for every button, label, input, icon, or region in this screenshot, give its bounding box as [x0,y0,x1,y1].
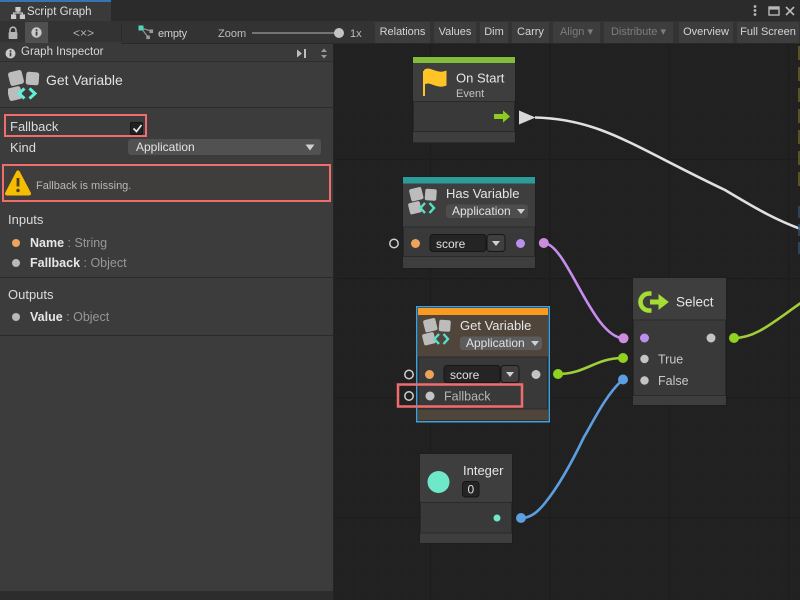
svg-text:Integer: Integer [463,463,504,478]
svg-text:score: score [450,368,480,382]
svg-text:0: 0 [468,483,475,497]
svg-text:Application: Application [466,336,525,350]
svg-text:On Start: On Start [456,71,505,86]
svg-text:Has Variable: Has Variable [446,186,519,201]
svg-text:False: False [658,374,689,388]
svg-text:Event: Event [456,88,484,100]
svg-text:True: True [658,353,683,367]
svg-text:Get Variable: Get Variable [460,318,531,333]
svg-text:score: score [436,237,466,251]
svg-text:Fallback: Fallback [444,390,491,404]
svg-text:Application: Application [452,204,511,218]
svg-text:Select: Select [676,295,714,310]
